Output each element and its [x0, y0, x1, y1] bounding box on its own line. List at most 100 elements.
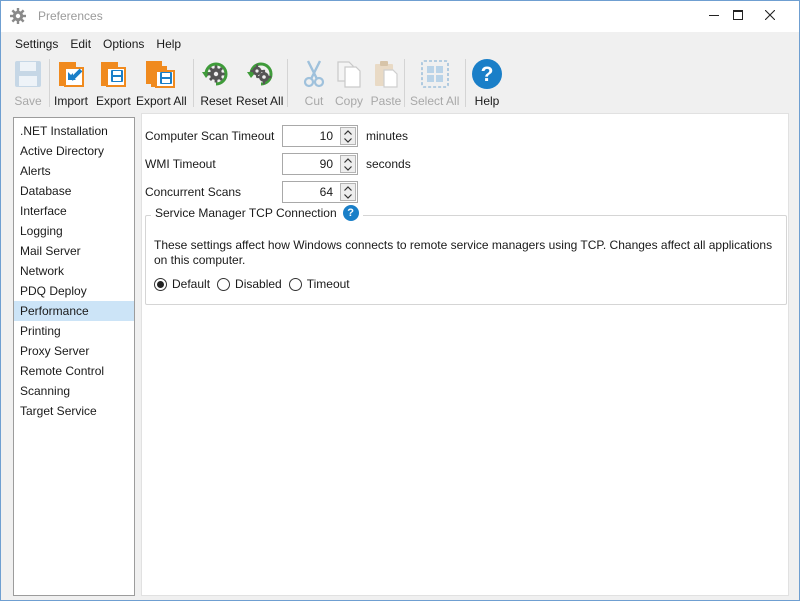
concurrent-scans-label: Concurrent Scans — [145, 185, 242, 199]
save-button[interactable]: Save — [11, 57, 45, 109]
chevron-down-icon[interactable] — [341, 192, 355, 200]
computer-scan-timeout-label: Computer Scan Timeout — [145, 129, 275, 143]
category-item-net-installation[interactable]: .NET Installation — [14, 121, 134, 141]
radio-disabled[interactable]: Disabled — [217, 277, 282, 291]
maximize-icon — [733, 9, 743, 23]
tcp-connection-group-title: Service Manager TCP Connection ? — [151, 205, 363, 221]
stepper-arrows[interactable] — [340, 155, 356, 173]
category-item-active-directory[interactable]: Active Directory — [14, 141, 134, 161]
wmi-timeout-stepper[interactable]: 90 — [282, 153, 358, 175]
toolbar-separator — [287, 59, 288, 107]
wmi-timeout-value: 90 — [319, 157, 333, 171]
toolbar-separator — [49, 59, 50, 107]
category-item-interface[interactable]: Interface — [14, 201, 134, 221]
chevron-up-icon[interactable] — [341, 184, 355, 192]
menu-edit[interactable]: Edit — [64, 37, 97, 51]
paste-label: Paste — [370, 94, 402, 108]
export-all-icon — [144, 57, 178, 91]
help-button[interactable]: ? Help — [470, 57, 504, 109]
performance-settings-panel: Computer Scan Timeout 10 minutes WMI Tim… — [141, 113, 789, 596]
chevron-down-icon[interactable] — [341, 136, 355, 144]
radio-timeout-label: Timeout — [306, 277, 350, 291]
chevron-down-icon[interactable] — [341, 164, 355, 172]
paste-icon — [369, 57, 403, 91]
svg-text:?: ? — [481, 63, 494, 86]
select-all-button[interactable]: Select All — [410, 57, 459, 109]
tcp-connection-description: These settings affect how Windows connec… — [154, 238, 773, 267]
import-label: Import — [54, 94, 89, 108]
category-item-remote-control[interactable]: Remote Control — [14, 361, 134, 381]
help-icon[interactable]: ? — [342, 205, 359, 221]
scissors-icon — [297, 57, 331, 91]
toolbar-separator — [193, 59, 194, 107]
help-icon: ? — [470, 57, 504, 91]
radio-button-checked[interactable] — [154, 277, 167, 291]
gear-icon — [9, 7, 27, 25]
copy-icon — [332, 57, 366, 91]
export-button[interactable]: Export — [96, 57, 131, 109]
menu-options[interactable]: Options — [97, 37, 150, 51]
category-item-performance[interactable]: Performance — [14, 301, 134, 321]
radio-default-label: Default — [172, 277, 211, 291]
cut-button[interactable]: Cut — [297, 57, 331, 109]
category-item-target-service[interactable]: Target Service — [14, 401, 134, 421]
computer-scan-timeout-value: 10 — [319, 129, 333, 143]
radio-button[interactable] — [217, 277, 231, 291]
import-icon — [54, 57, 88, 91]
radio-default[interactable]: Default — [154, 277, 210, 291]
category-item-printing[interactable]: Printing — [14, 321, 134, 341]
category-item-proxy-server[interactable]: Proxy Server — [14, 341, 134, 361]
toolbar-separator — [465, 59, 466, 107]
title-bar: Preferences — [1, 1, 799, 32]
cut-label: Cut — [304, 94, 324, 108]
radio-button[interactable] — [288, 277, 302, 291]
category-item-mail-server[interactable]: Mail Server — [14, 241, 134, 261]
menu-bar: Settings Edit Options Help — [1, 32, 799, 55]
select-all-icon — [418, 57, 452, 91]
menu-help[interactable]: Help — [150, 37, 187, 51]
window-title: Preferences — [38, 9, 103, 23]
export-all-button[interactable]: Export All — [136, 57, 187, 109]
reset-all-label: Reset All — [236, 94, 284, 108]
select-all-label: Select All — [410, 94, 460, 108]
toolbar-separator — [404, 59, 405, 107]
reset-all-button[interactable]: Reset All — [236, 57, 283, 109]
computer-scan-timeout-stepper[interactable]: 10 — [282, 125, 358, 147]
radio-timeout[interactable]: Timeout — [288, 277, 350, 291]
group-title-text: Service Manager TCP Connection — [155, 206, 337, 220]
toolbar: Save Import Export Export All Reset Rese… — [1, 55, 799, 110]
stepper-arrows[interactable] — [340, 183, 356, 201]
category-item-network[interactable]: Network — [14, 261, 134, 281]
paste-button[interactable]: Paste — [369, 57, 403, 109]
copy-label: Copy — [334, 94, 363, 108]
category-item-scanning[interactable]: Scanning — [14, 381, 134, 401]
help-label: Help — [474, 94, 500, 108]
save-label: Save — [14, 94, 42, 108]
computer-scan-timeout-unit: minutes — [366, 129, 409, 143]
category-item-database[interactable]: Database — [14, 181, 134, 201]
import-button[interactable]: Import — [54, 57, 88, 109]
concurrent-scans-stepper[interactable]: 64 — [282, 181, 358, 203]
content-area: .NET Installation Active Directory Alert… — [1, 110, 799, 600]
category-item-logging[interactable]: Logging — [14, 221, 134, 241]
tcp-connection-group: Service Manager TCP Connection ? These s… — [145, 205, 787, 305]
reset-all-icon — [243, 57, 277, 91]
copy-button[interactable]: Copy — [332, 57, 366, 109]
export-all-label: Export All — [136, 94, 187, 108]
reset-icon — [199, 57, 233, 91]
radio-disabled-label: Disabled — [235, 277, 282, 291]
wmi-timeout-unit: seconds — [366, 157, 411, 171]
menu-settings[interactable]: Settings — [9, 37, 64, 51]
reset-button[interactable]: Reset — [199, 57, 233, 109]
export-label: Export — [96, 94, 131, 108]
close-button[interactable] — [747, 1, 793, 31]
reset-label: Reset — [200, 94, 232, 108]
stepper-arrows[interactable] — [340, 127, 356, 145]
category-item-alerts[interactable]: Alerts — [14, 161, 134, 181]
chevron-up-icon[interactable] — [341, 128, 355, 136]
chevron-up-icon[interactable] — [341, 156, 355, 164]
close-icon — [764, 9, 776, 23]
category-item-pdq-deploy[interactable]: PDQ Deploy — [14, 281, 134, 301]
export-icon — [96, 57, 130, 91]
category-list: .NET Installation Active Directory Alert… — [13, 117, 135, 596]
